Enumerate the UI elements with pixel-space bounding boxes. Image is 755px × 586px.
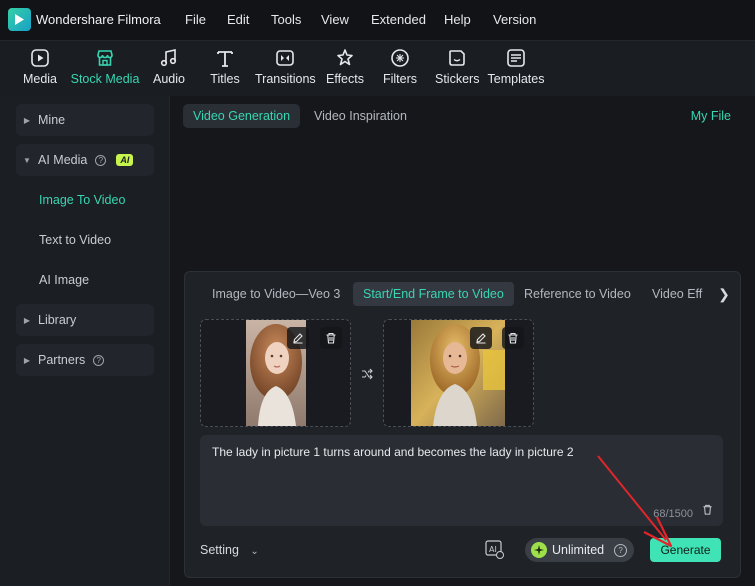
sidebar-item-label: Partners xyxy=(38,353,86,367)
toolbar-effects[interactable]: Effects xyxy=(325,47,365,86)
menu-tools[interactable]: Tools xyxy=(271,12,301,27)
expand-arrow-icon: ▶ xyxy=(23,355,31,365)
sidebar-sub-text-to-video[interactable]: Text to Video xyxy=(39,233,111,247)
swap-frames-icon[interactable] xyxy=(361,367,373,385)
unlimited-label: Unlimited xyxy=(552,543,605,557)
sidebar-item-label: Mine xyxy=(38,113,66,127)
ai-prompt-icon[interactable]: AI xyxy=(484,539,506,561)
toolbar-stickers-label: Stickers xyxy=(435,72,480,86)
tab-video-generation[interactable]: Video Generation xyxy=(183,104,301,128)
title-bar: Wondershare Filmora File Edit Tools View… xyxy=(0,0,755,40)
menu-view[interactable]: View xyxy=(321,12,349,27)
app-name: Wondershare Filmora xyxy=(36,12,161,27)
menu-version[interactable]: Version xyxy=(493,12,536,27)
menu-file[interactable]: File xyxy=(185,12,206,27)
generate-button[interactable]: Generate xyxy=(650,538,721,562)
prompt-text: The lady in picture 1 turns around and b… xyxy=(212,445,574,459)
templates-icon xyxy=(507,49,525,67)
media-icon xyxy=(31,49,49,67)
tab-video-effects[interactable]: Video Eff xyxy=(642,282,722,306)
chevron-down-icon: ⌄ xyxy=(250,546,259,557)
toolbar-transitions[interactable]: Transitions xyxy=(255,47,316,86)
my-file-link[interactable]: My File xyxy=(691,109,731,123)
svg-text:AI: AI xyxy=(489,545,497,554)
edit-icon[interactable] xyxy=(470,327,492,349)
toolbar-media[interactable]: Media xyxy=(22,47,58,86)
toolbar-filters-label: Filters xyxy=(382,72,418,86)
tab-reference-to-video[interactable]: Reference to Video xyxy=(514,282,641,306)
help-icon[interactable]: ? xyxy=(95,154,107,166)
tab-video-inspiration[interactable]: Video Inspiration xyxy=(304,104,417,128)
tab-image-to-video-veo3[interactable]: Image to Video—Veo 3 xyxy=(202,282,350,306)
audio-icon xyxy=(160,49,177,67)
filters-icon xyxy=(391,49,409,67)
toolbar-stock-media[interactable]: Stock Media xyxy=(70,47,140,86)
sidebar-item-mine[interactable]: ▶ Mine xyxy=(16,104,154,136)
help-icon[interactable]: ? xyxy=(614,543,628,557)
toolbar-titles[interactable]: Titles xyxy=(207,47,243,86)
toolbar-stickers[interactable]: Stickers xyxy=(435,47,479,86)
ai-badge: AI xyxy=(116,154,134,166)
toolbar-templates[interactable]: Templates xyxy=(487,47,545,86)
sidebar-item-label: Library xyxy=(38,313,77,327)
toolbar-effects-label: Effects xyxy=(326,72,364,86)
help-icon[interactable]: ? xyxy=(93,354,105,366)
end-frame-slot[interactable] xyxy=(383,319,534,427)
setting-label: Setting xyxy=(200,543,239,557)
toolbar-filters[interactable]: Filters xyxy=(382,47,418,86)
left-sidebar: ▶ Mine ▼ AI Media ? AI Image To Video Te… xyxy=(0,96,170,586)
sidebar-sub-ai-image[interactable]: AI Image xyxy=(39,273,89,287)
sidebar-item-label: AI Media xyxy=(38,153,88,167)
main-content: Video Generation Video Inspiration My Fi… xyxy=(171,96,755,586)
toolbar-media-label: Media xyxy=(22,72,58,86)
toolbar-transitions-label: Transitions xyxy=(255,72,316,86)
menu-edit[interactable]: Edit xyxy=(227,12,249,27)
prompt-textarea[interactable]: The lady in picture 1 turns around and b… xyxy=(200,435,723,526)
sidebar-item-library[interactable]: ▶ Library xyxy=(16,304,154,336)
media-toolbar: Media Stock Media Audio Titles Transitio… xyxy=(0,40,755,96)
start-frame-slot[interactable] xyxy=(200,319,351,427)
expand-arrow-icon: ▶ xyxy=(23,315,31,325)
character-counter: 68/1500 xyxy=(653,508,693,520)
toolbar-templates-label: Templates xyxy=(487,72,545,86)
setting-dropdown[interactable]: Setting ⌄ xyxy=(200,543,259,557)
chevron-right-icon[interactable]: ❯ xyxy=(714,282,734,306)
toolbar-audio[interactable]: Audio xyxy=(151,47,187,86)
edit-icon[interactable] xyxy=(287,327,309,349)
transitions-icon xyxy=(276,50,294,66)
expand-arrow-icon: ▶ xyxy=(23,115,31,125)
toolbar-titles-label: Titles xyxy=(210,72,240,86)
generation-panel: Image to Video—Veo 3 Start/End Frame to … xyxy=(184,271,741,578)
toolbar-audio-label: Audio xyxy=(153,72,185,86)
sidebar-item-partners[interactable]: ▶ Partners ? xyxy=(16,344,154,376)
titles-icon xyxy=(217,51,233,67)
unlimited-credits-button[interactable]: Unlimited ? xyxy=(525,538,634,562)
delete-icon[interactable] xyxy=(502,327,524,349)
menu-help[interactable]: Help xyxy=(444,12,471,27)
tab-start-end-frame[interactable]: Start/End Frame to Video xyxy=(353,282,514,306)
delete-icon[interactable] xyxy=(320,327,342,349)
sidebar-item-ai-media[interactable]: ▼ AI Media ? AI xyxy=(16,144,154,176)
menu-extended[interactable]: Extended xyxy=(371,12,426,27)
credits-icon xyxy=(531,542,547,558)
filmora-logo-icon xyxy=(8,8,31,31)
stock-media-icon xyxy=(97,50,113,66)
effects-icon xyxy=(337,49,353,66)
stickers-icon xyxy=(449,50,465,66)
collapse-arrow-icon: ▼ xyxy=(23,155,31,165)
toolbar-stock-media-label: Stock Media xyxy=(70,72,140,86)
clear-prompt-icon[interactable] xyxy=(702,502,713,520)
sidebar-sub-image-to-video[interactable]: Image To Video xyxy=(39,193,125,207)
